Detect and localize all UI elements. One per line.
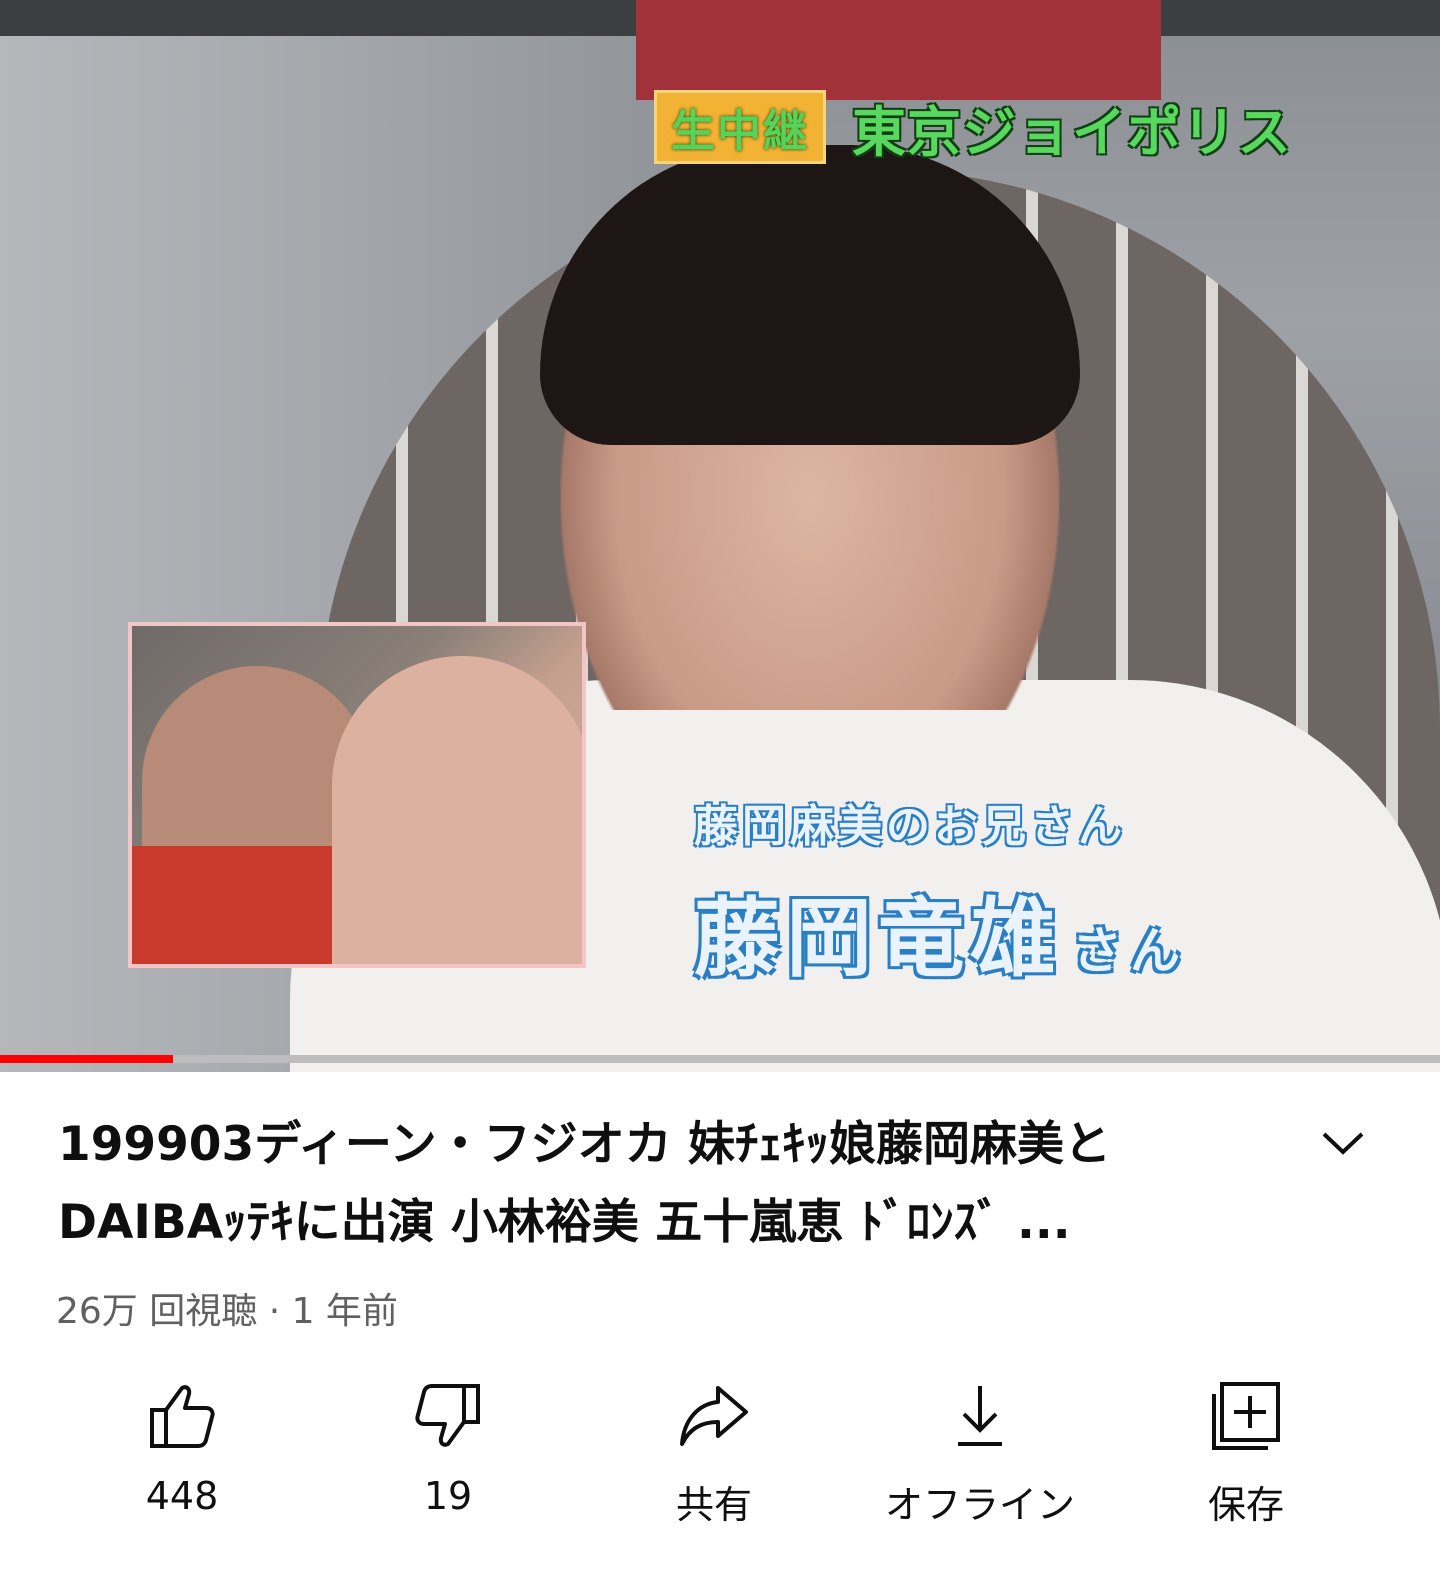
thumbs-down-icon (415, 1384, 480, 1447)
thumbs-up-icon (150, 1385, 215, 1448)
chevron-down-icon[interactable] (1318, 1118, 1368, 1168)
dislike-button[interactable]: 19 (328, 1380, 568, 1530)
video-meta: 26万 回視聴 · 1 年前 (56, 1291, 398, 1332)
share-button[interactable]: 共有 (594, 1380, 834, 1530)
video-title[interactable]: 199903ディーン・フジオカ 妹ﾁｪｷｯ娘藤岡麻美とDAIBAｯﾃｷに出演 小… (58, 1106, 1258, 1262)
save-button[interactable]: 保存 (1126, 1380, 1366, 1530)
add-to-playlist-icon (1212, 1382, 1280, 1450)
action-bar: 448 19 共有 オフライン 保存 (0, 1380, 1440, 1530)
download-button[interactable]: オフライン (860, 1380, 1100, 1530)
like-button[interactable]: 448 (62, 1380, 302, 1530)
video-player[interactable]: 生中継 東京ジョイポリス 藤岡麻美のお兄さん 藤岡竜雄 さん (0, 0, 1440, 1072)
share-label: 共有 (675, 1483, 752, 1527)
video-caption-subtitle: 藤岡麻美のお兄さん (694, 801, 1126, 852)
save-label: 保存 (1207, 1483, 1284, 1527)
progress-bar-track[interactable] (0, 1055, 1440, 1063)
video-overlay-live-tag: 生中継 (654, 90, 826, 164)
video-caption-name: 藤岡竜雄 さん (694, 868, 1188, 993)
download-label: オフライン (884, 1483, 1075, 1527)
video-overlay-venue: 東京ジョイポリス (852, 101, 1292, 164)
video-frame-red-banner (636, 0, 1161, 100)
video-caption-honorific: さん (1072, 922, 1188, 980)
dislike-count: 19 (423, 1474, 473, 1518)
progress-bar-fill (0, 1055, 173, 1063)
share-arrow-icon (680, 1386, 748, 1446)
download-icon (958, 1386, 1002, 1446)
video-inset-picture (128, 622, 586, 968)
video-caption-name-text: 藤岡竜雄 (694, 889, 1062, 989)
like-count: 448 (145, 1474, 219, 1518)
